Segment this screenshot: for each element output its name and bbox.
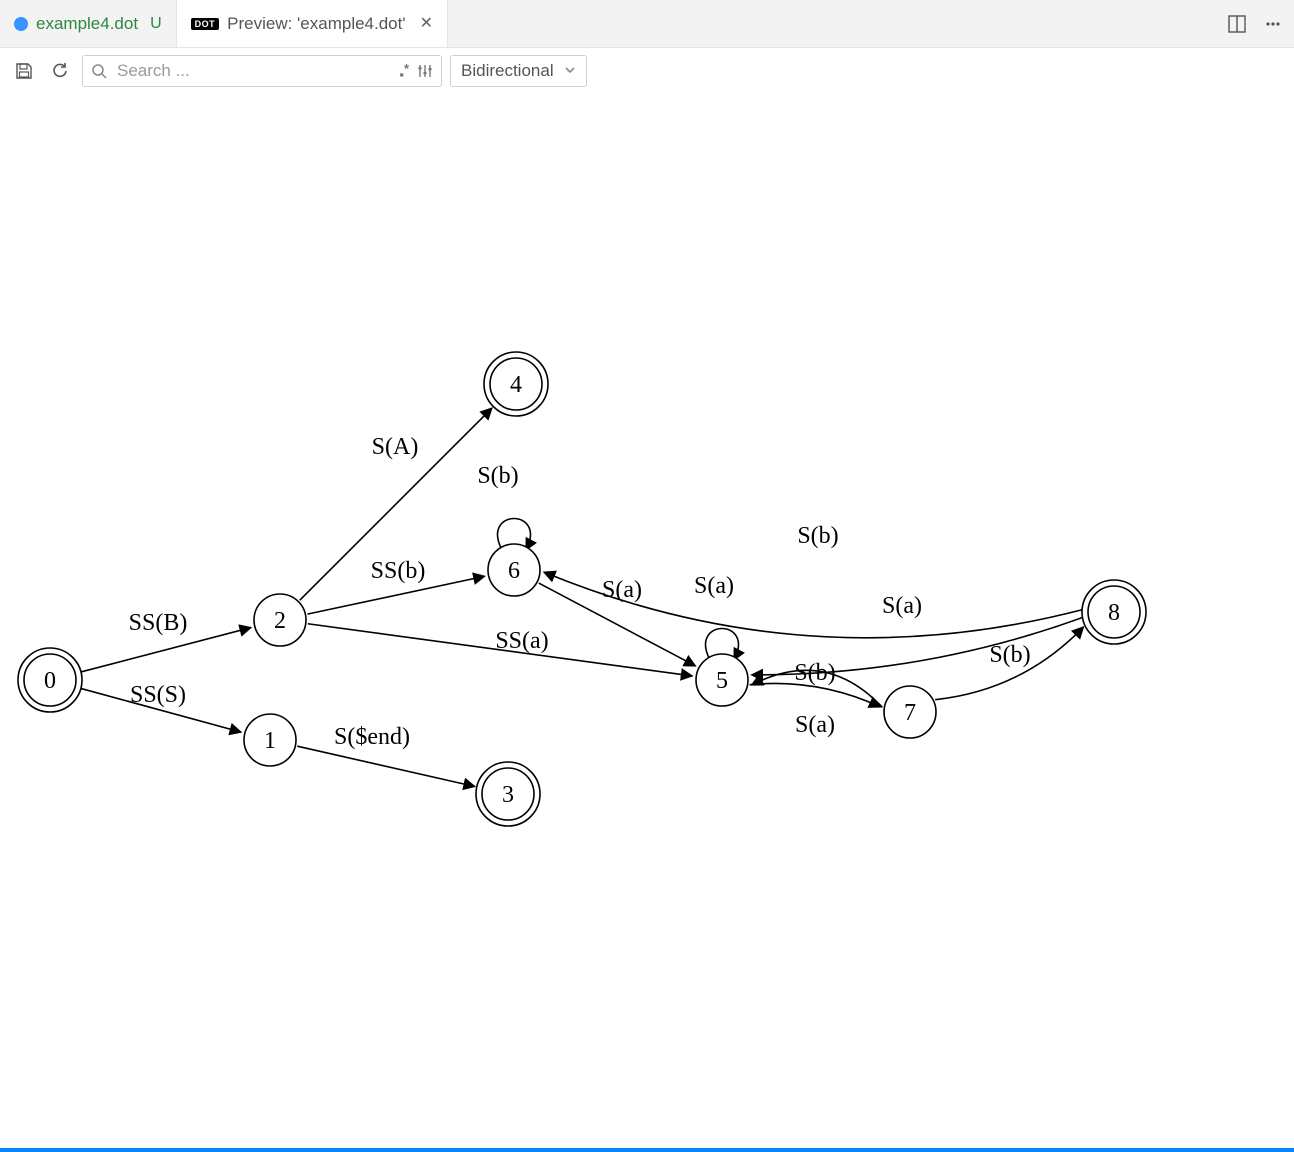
refresh-icon[interactable] (46, 57, 74, 85)
edge-label: S(b) (989, 642, 1030, 668)
save-icon[interactable] (10, 57, 38, 85)
split-editor-icon[interactable] (1226, 13, 1248, 35)
bottom-accent-bar (0, 1148, 1294, 1152)
chevron-down-icon (564, 64, 576, 79)
edge-label: S(a) (882, 593, 922, 619)
edge-label: S(A) (372, 434, 419, 460)
tab-actions (1226, 0, 1294, 47)
tab-label: example4.dot (36, 14, 138, 34)
file-modified-icon (14, 17, 28, 31)
tab-label: Preview: 'example4.dot' (227, 14, 405, 34)
dot-filetype-icon: DOT (191, 18, 220, 30)
edge-label: S(b) (797, 523, 838, 549)
edge-label: S(a) (795, 712, 835, 738)
search-field[interactable]: ▪* (82, 55, 442, 87)
graph-preview[interactable]: 0 1 2 3 4 5 6 7 8 SS(B) SS(S) S(A) SS(b) SS(a) S($end… (0, 94, 1294, 1148)
search-input[interactable] (115, 60, 391, 82)
git-status-badge: U (150, 15, 162, 33)
node-label: 4 (510, 372, 522, 398)
settings-sliders-icon[interactable] (417, 63, 433, 79)
tab-preview-example4[interactable]: DOT Preview: 'example4.dot' ✕ (177, 0, 448, 47)
node-label: 8 (1108, 600, 1120, 626)
edge-label: S(b) (794, 660, 835, 686)
node-label: 3 (502, 782, 514, 808)
regex-toggle-icon[interactable]: ▪* (399, 64, 409, 79)
edge-label: S(b) (477, 463, 518, 489)
direction-select[interactable]: Bidirectional (450, 55, 587, 87)
edge-label: S($end) (334, 724, 410, 750)
edge-label: S(a) (602, 577, 642, 603)
direction-label: Bidirectional (461, 61, 554, 81)
edge-label: SS(b) (371, 558, 426, 584)
tab-bar: example4.dot U DOT Preview: 'example4.do… (0, 0, 1294, 48)
node-label: 7 (904, 700, 916, 726)
node-label: 1 (264, 728, 276, 754)
edge-label: SS(S) (130, 682, 186, 708)
close-icon[interactable]: ✕ (420, 16, 433, 32)
edge-label: S(a) (694, 573, 734, 599)
preview-toolbar: ▪* Bidirectional (0, 48, 1294, 94)
edge-label: SS(B) (129, 610, 188, 636)
search-icon (91, 63, 107, 79)
node-label: 6 (508, 558, 520, 584)
tab-file-example4[interactable]: example4.dot U (0, 0, 177, 47)
node-label: 2 (274, 608, 286, 634)
more-actions-icon[interactable] (1262, 13, 1284, 35)
node-label: 0 (44, 668, 56, 694)
edge-label: SS(a) (495, 628, 548, 654)
node-label: 5 (716, 668, 728, 694)
